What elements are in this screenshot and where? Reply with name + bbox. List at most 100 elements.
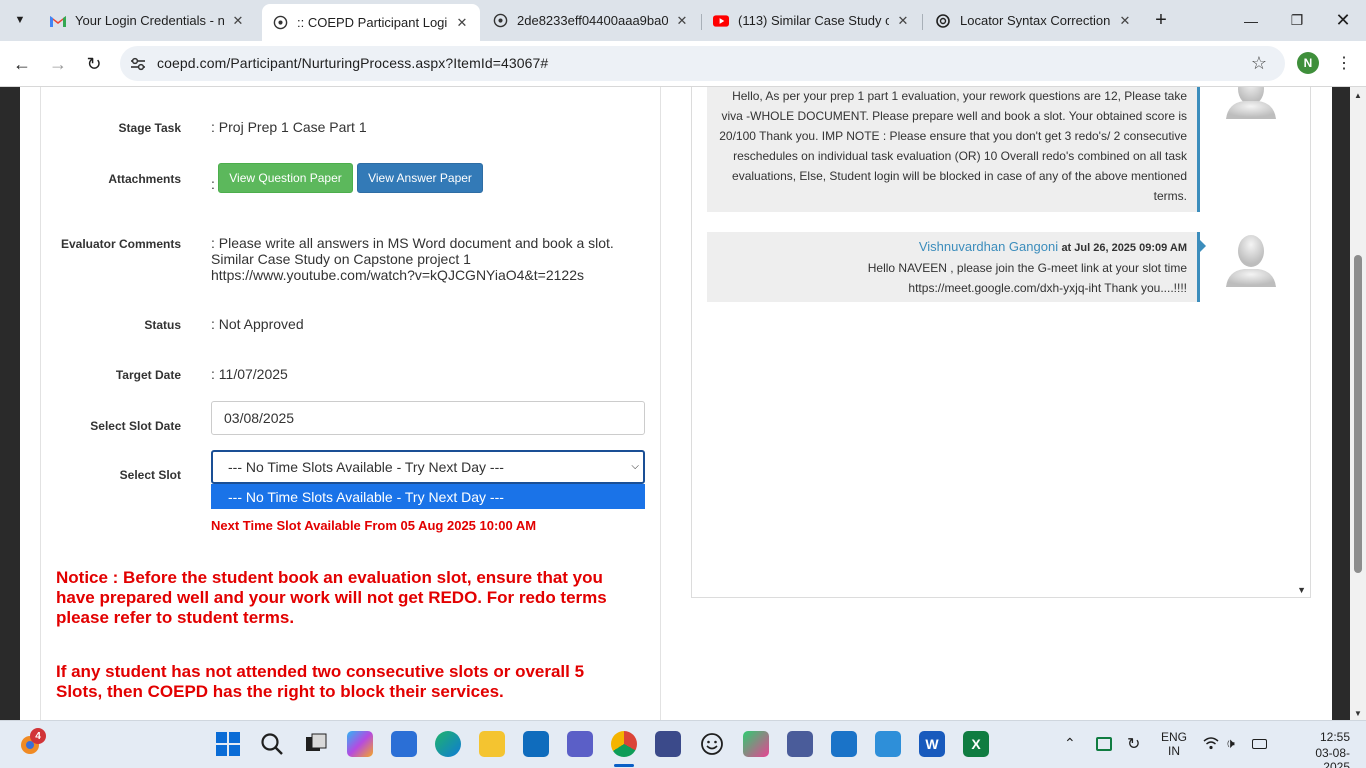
forward-arrow-icon[interactable]: → [44,50,72,78]
tab-separator [922,14,923,30]
panel-scroll-down-icon[interactable]: ▼ [1297,585,1306,595]
windows-start-icon[interactable] [215,731,241,757]
evaluator-comment-line: : Please write all answers in MS Word do… [211,235,614,251]
comment-line: viva -WHOLE DOCUMENT. Please prepare wel… [721,109,1187,123]
volume-icon[interactable]: 🕩 [1226,735,1235,752]
site-settings-icon[interactable] [129,55,147,73]
close-icon[interactable]: ✕ [1117,13,1133,29]
window-close-icon[interactable]: ✕ [1320,0,1366,41]
stage-task-label: Stage Task [118,121,181,135]
emoji-icon[interactable] [699,731,725,757]
network-app-icon[interactable] [655,731,681,757]
url-text[interactable]: coepd.com/Participant/NurturingProcess.a… [157,55,548,71]
outlook-icon[interactable] [523,731,549,757]
scroll-down-icon[interactable]: ▼ [1354,709,1362,718]
comment-line: Hello, As per your prep 1 part 1 evaluat… [732,89,1187,103]
globe-icon [272,15,288,31]
scroll-up-icon[interactable]: ▲ [1354,91,1362,100]
photos-icon[interactable] [743,731,769,757]
chrome-icon[interactable] [611,731,637,757]
tab-coepd-login[interactable]: :: COEPD Participant Login :: ✕ [262,4,480,41]
file-explorer-icon[interactable] [479,731,505,757]
tab-strip: ▼ Your Login Credentials - nav ✕ :: COEP… [0,0,1366,41]
more-menu-icon[interactable]: ⋮ [1336,52,1352,74]
close-icon[interactable]: ✕ [454,15,470,31]
tab-title: Locator Syntax Correction [960,13,1111,28]
slot-option[interactable]: --- No Time Slots Available - Try Next D… [211,484,645,509]
view-answer-paper-button[interactable]: View Answer Paper [357,163,483,193]
slot-select[interactable]: --- No Time Slots Available - Try Next D… [211,450,645,484]
view-question-paper-button[interactable]: View Question Paper [218,163,353,193]
status-label: Status [144,318,181,332]
comment-line: terms. [1153,189,1187,203]
word-icon[interactable]: W [919,731,945,757]
notepad-icon[interactable] [831,731,857,757]
comment-line: 20/100 Thank you. IMP NOTE : Please ensu… [719,129,1187,143]
youtube-icon [713,13,729,29]
tab-title: (113) Similar Case Study on C [738,13,889,28]
scrollbar-thumb[interactable] [1354,255,1362,573]
address-bar[interactable]: coepd.com/Participant/NurturingProcess.a… [120,46,1285,81]
back-arrow-icon[interactable]: ← [8,50,36,78]
notice-line: If any student has not attended two cons… [56,662,585,681]
close-icon[interactable]: ✕ [895,13,911,29]
tab-youtube[interactable]: (113) Similar Case Study on C ✕ [703,6,921,35]
globe-icon [492,13,508,29]
next-slot-message: Next Time Slot Available From 05 Aug 202… [211,518,537,533]
tab-title: Your Login Credentials - nav [75,13,224,28]
excel-icon[interactable]: X [963,731,989,757]
comment-timestamp: at Jul 26, 2025 09:09 AM [1061,242,1187,254]
clock[interactable]: 12:55 03-08-2025 [1310,730,1350,768]
comment-author-link[interactable]: Vishnuvardhan Gangoni [919,239,1058,254]
chevron-down-icon: ⌵ [631,461,639,472]
active-app-indicator [614,764,634,767]
attachments-label: Attachments [108,172,181,186]
page-scrollbar[interactable]: ▲ ▼ [1350,87,1366,720]
chatgpt-icon [935,13,951,29]
minimize-icon[interactable]: — [1228,0,1274,41]
clock-time: 12:55 [1319,730,1350,744]
evaluator-comment-link[interactable]: https://www.youtube.com/watch?v=kQJCGNYi… [211,267,584,283]
profile-avatar[interactable]: N [1297,52,1319,74]
paint-icon[interactable] [875,731,901,757]
close-icon[interactable]: ✕ [230,13,246,29]
tab-hash-page[interactable]: 2de8233eff04400aaa9ba0ae ✕ [482,6,700,35]
search-icon[interactable] [259,731,285,757]
bookmark-star-icon[interactable]: ☆ [1251,53,1267,74]
edge-icon[interactable] [435,731,461,757]
tray-overflow-chevron-icon[interactable]: ⌃ [1064,735,1076,752]
comment-bubble: Hello, As per your prep 1 part 1 evaluat… [707,87,1200,212]
tab-title: :: COEPD Participant Login :: [297,15,448,30]
reload-icon[interactable]: ↻ [80,50,108,78]
snipping-tool-icon[interactable] [787,731,813,757]
select-slot-label: Select Slot [119,468,181,482]
evaluator-comment-line: Similar Case Study on Capstone project 1 [211,251,471,267]
tab-gmail[interactable]: Your Login Credentials - nav ✕ [40,6,256,35]
copilot-icon[interactable] [347,731,373,757]
tray-sync-icon[interactable]: ↻ [1127,734,1140,754]
target-date-value: : 11/07/2025 [211,366,288,382]
notice-line: Slots, then COEPD has the right to block… [56,682,504,701]
tab-search-chevron-icon[interactable]: ▼ [8,8,32,32]
new-tab-plus-icon[interactable]: + [1150,9,1172,31]
restore-icon[interactable]: ❐ [1274,0,1320,41]
close-icon[interactable]: ✕ [674,13,690,29]
slot-date-input[interactable]: 03/08/2025 [211,401,645,435]
task-details-panel: Stage Task : Proj Prep 1 Case Part 1 Att… [40,87,661,720]
slot-select-value: --- No Time Slots Available - Try Next D… [228,459,504,475]
status-value: : Not Approved [211,316,304,332]
browser-toolbar: ← → ↻ coepd.com/Participant/NurturingPro… [0,41,1366,87]
tab-chatgpt[interactable]: Locator Syntax Correction ✕ [925,6,1143,35]
notice-line: Notice : Before the student book an eval… [56,568,603,587]
page-viewport: Stage Task : Proj Prep 1 Case Part 1 Att… [0,87,1366,720]
battery-icon[interactable] [1252,739,1267,749]
language-indicator[interactable]: ENG IN [1161,730,1187,758]
target-date-label: Target Date [115,368,181,382]
task-view-icon[interactable] [303,731,329,757]
windows-taskbar: 4 W X ⌃ ↻ ENG IN 🕩 12:55 03-08-2025 [0,720,1366,768]
wifi-icon[interactable] [1203,736,1219,753]
tray-app-icon[interactable] [1096,737,1112,751]
comment-bubble: Vishnuvardhan Gangoni at Jul 26, 2025 09… [707,232,1206,302]
microsoft-store-icon[interactable] [391,731,417,757]
teams-icon[interactable] [567,731,593,757]
